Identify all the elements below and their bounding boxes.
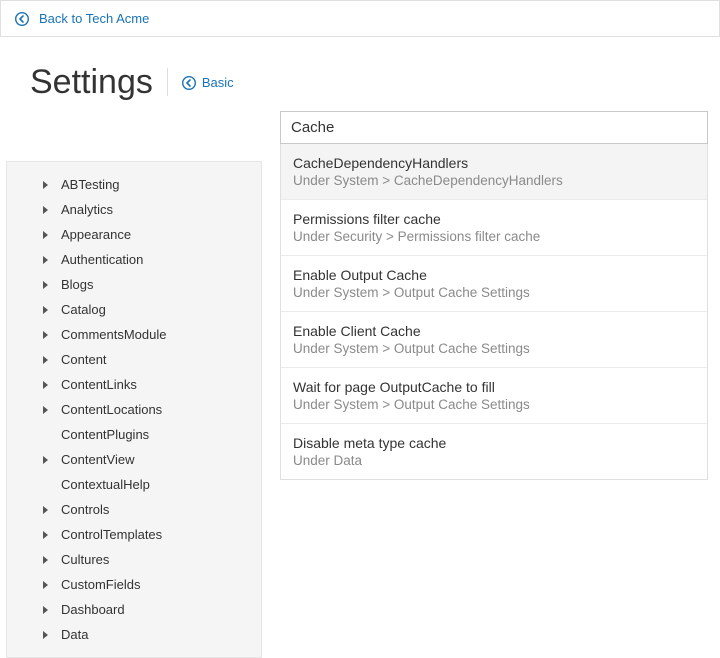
search-result-path: Under System > Output Cache Settings xyxy=(293,285,695,300)
search-result-item[interactable]: Enable Client Cache Under System > Output… xyxy=(281,312,707,368)
sidebar-item-label: Catalog xyxy=(43,302,106,317)
sidebar-item[interactable]: ContentLocations xyxy=(7,397,261,422)
caret-right-icon xyxy=(43,356,48,364)
search-result-path: Under System > Output Cache Settings xyxy=(293,341,695,356)
sidebar-item-label: ContentLinks xyxy=(43,377,137,392)
search-result-item[interactable]: Disable meta type cache Under Data xyxy=(281,424,707,479)
header-row: Settings Basic xyxy=(0,37,720,111)
sidebar-item[interactable]: Data xyxy=(7,622,261,647)
caret-right-icon xyxy=(43,606,48,614)
back-link[interactable]: Back to Tech Acme xyxy=(15,11,149,26)
sidebar: ABTesting Analytics Appearance Authenticati… xyxy=(6,161,262,658)
search-result-title: CacheDependencyHandlers xyxy=(293,155,695,171)
sidebar-item[interactable]: Analytics xyxy=(7,197,261,222)
sidebar-item[interactable]: Content xyxy=(7,347,261,372)
sidebar-item-label: ContextualHelp xyxy=(43,477,150,492)
search-result-path: Under Security > Permissions filter cach… xyxy=(293,229,695,244)
sidebar-item-label: Content xyxy=(43,352,107,367)
sidebar-item[interactable]: Cultures xyxy=(7,547,261,572)
sidebar-item-label: CommentsModule xyxy=(43,327,167,342)
search-result-title: Wait for page OutputCache to fill xyxy=(293,379,695,395)
sidebar-item[interactable]: Authentication xyxy=(7,247,261,272)
caret-right-icon xyxy=(43,206,48,214)
search-result-title: Permissions filter cache xyxy=(293,211,695,227)
page-title: Settings xyxy=(30,65,153,99)
sidebar-item[interactable]: ContextualHelp xyxy=(7,472,261,497)
basic-link[interactable]: Basic xyxy=(167,68,234,96)
caret-right-icon xyxy=(43,531,48,539)
sidebar-item[interactable]: CommentsModule xyxy=(7,322,261,347)
sidebar-item[interactable]: ControlTemplates xyxy=(7,522,261,547)
caret-right-icon xyxy=(43,631,48,639)
sidebar-item-label: Data xyxy=(43,627,88,642)
search-results: CacheDependencyHandlers Under System > Ca… xyxy=(280,144,708,480)
caret-right-icon xyxy=(43,381,48,389)
sidebar-item-label: CustomFields xyxy=(43,577,140,592)
sidebar-item[interactable]: CustomFields xyxy=(7,572,261,597)
sidebar-item-label: ContentLocations xyxy=(43,402,162,417)
sidebar-item-label: Blogs xyxy=(43,277,94,292)
caret-right-icon xyxy=(43,456,48,464)
search-result-title: Enable Client Cache xyxy=(293,323,695,339)
sidebar-item-label: Cultures xyxy=(43,552,109,567)
sidebar-item[interactable]: Appearance xyxy=(7,222,261,247)
sidebar-item-label: Controls xyxy=(43,502,109,517)
search-result-title: Enable Output Cache xyxy=(293,267,695,283)
back-link-label: Back to Tech Acme xyxy=(39,11,149,26)
sidebar-item-label: Appearance xyxy=(43,227,131,242)
caret-right-icon xyxy=(43,256,48,264)
sidebar-item[interactable]: Controls xyxy=(7,497,261,522)
search-result-item[interactable]: CacheDependencyHandlers Under System > Ca… xyxy=(281,144,707,200)
caret-right-icon xyxy=(43,506,48,514)
caret-right-icon xyxy=(43,331,48,339)
caret-right-icon xyxy=(43,281,48,289)
search-result-path: Under System > Output Cache Settings xyxy=(293,397,695,412)
arrow-left-circle-icon xyxy=(182,76,196,90)
sidebar-item[interactable]: ContentLinks xyxy=(7,372,261,397)
search-result-item[interactable]: Wait for page OutputCache to fill Under S… xyxy=(281,368,707,424)
sidebar-item[interactable]: Blogs xyxy=(7,272,261,297)
right-column: CacheDependencyHandlers Under System > Ca… xyxy=(280,111,720,480)
basic-link-label: Basic xyxy=(202,75,234,90)
search-result-path: Under Data xyxy=(293,453,695,468)
caret-right-icon xyxy=(43,581,48,589)
top-bar: Back to Tech Acme xyxy=(0,0,720,37)
sidebar-item-label: ControlTemplates xyxy=(43,527,162,542)
sidebar-item-label: Authentication xyxy=(43,252,143,267)
caret-right-icon xyxy=(43,306,48,314)
search-result-path: Under System > CacheDependencyHandlers xyxy=(293,173,695,188)
sidebar-item[interactable]: ContentView xyxy=(7,447,261,472)
main-area: ABTesting Analytics Appearance Authenticati… xyxy=(0,111,720,658)
sidebar-item-label: ABTesting xyxy=(43,177,120,192)
sidebar-item-label: Dashboard xyxy=(43,602,125,617)
search-input[interactable] xyxy=(281,112,707,143)
sidebar-item[interactable]: Dashboard xyxy=(7,597,261,622)
sidebar-item-label: ContentPlugins xyxy=(43,427,149,442)
sidebar-item[interactable]: ABTesting xyxy=(7,172,261,197)
arrow-left-circle-icon xyxy=(15,12,29,26)
sidebar-item-label: ContentView xyxy=(43,452,134,467)
search-result-title: Disable meta type cache xyxy=(293,435,695,451)
caret-right-icon xyxy=(43,556,48,564)
sidebar-item-label: Analytics xyxy=(43,202,113,217)
caret-right-icon xyxy=(43,181,48,189)
sidebar-item[interactable]: Catalog xyxy=(7,297,261,322)
sidebar-item[interactable]: ContentPlugins xyxy=(7,422,261,447)
search-result-item[interactable]: Permissions filter cache Under Security >… xyxy=(281,200,707,256)
search-box xyxy=(280,111,708,144)
caret-right-icon xyxy=(43,406,48,414)
search-result-item[interactable]: Enable Output Cache Under System > Output… xyxy=(281,256,707,312)
caret-right-icon xyxy=(43,231,48,239)
